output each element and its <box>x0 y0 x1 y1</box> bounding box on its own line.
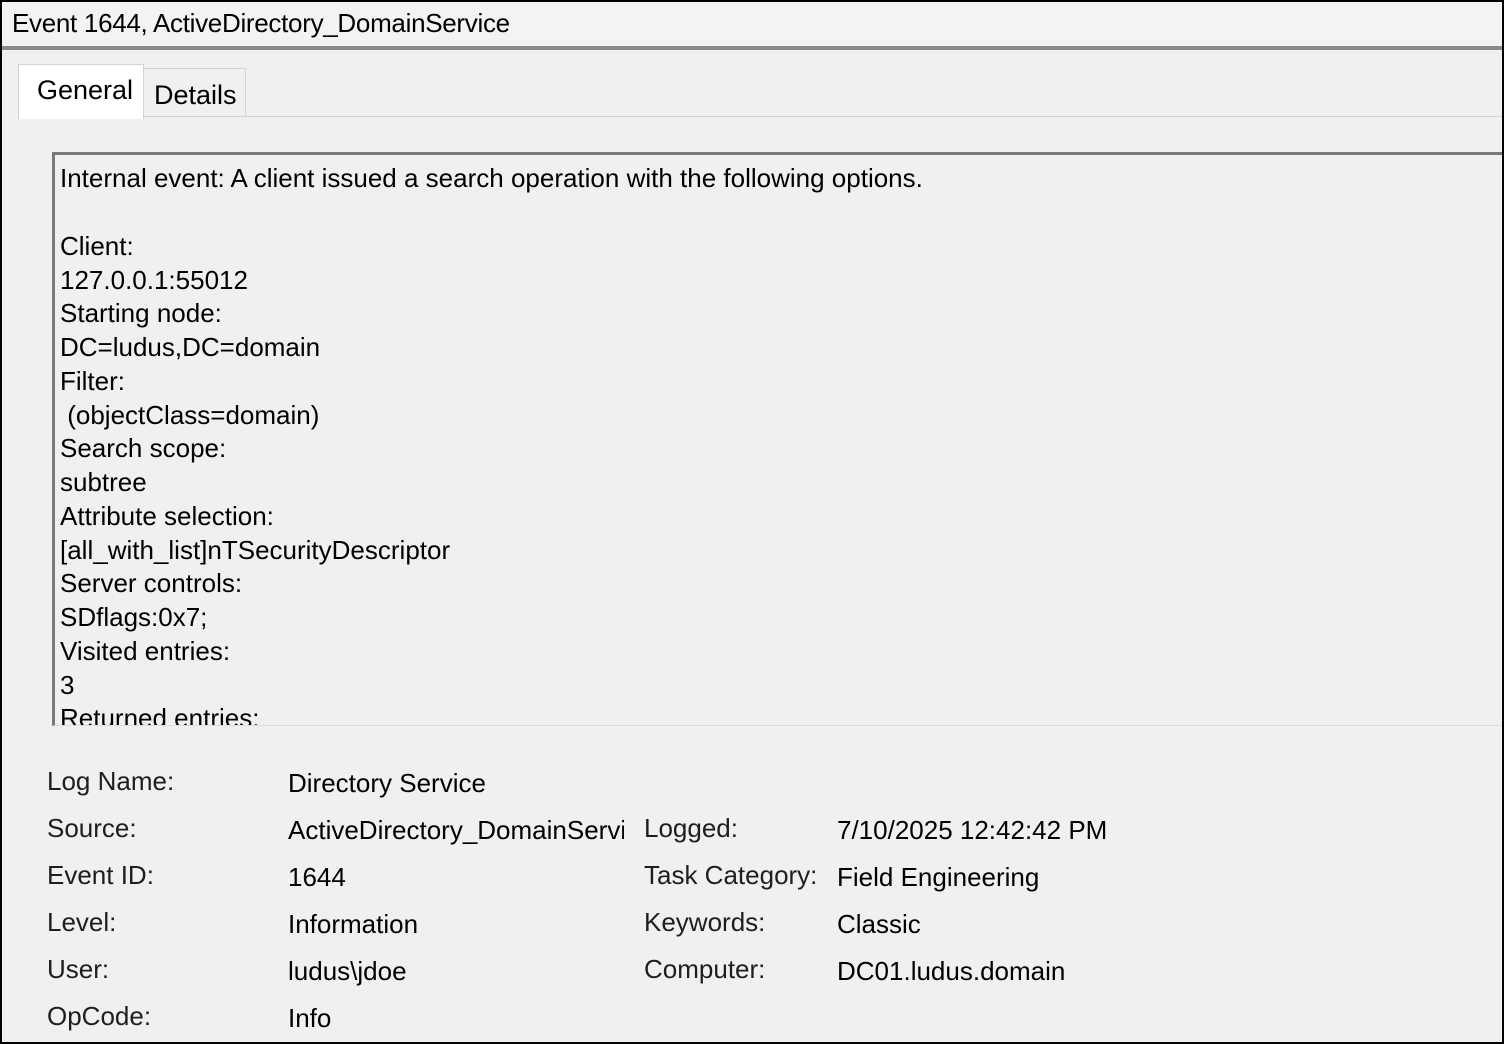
opcode-label: OpCode: <box>47 1001 152 1031</box>
description-line: 127.0.0.1:55012 <box>60 265 248 295</box>
description-line: DC=ludus,DC=domain <box>60 332 321 362</box>
logged-label: Logged: <box>644 813 738 843</box>
event-id-value[interactable]: 1644 <box>288 862 624 893</box>
logged-value[interactable]: 7/10/2025 12:42:42 PM <box>837 815 1107 846</box>
computer-value[interactable]: DC01.ludus.domain <box>837 956 1065 987</box>
log-name-label: Log Name: <box>47 766 175 796</box>
description-line: Search scope: <box>60 433 227 463</box>
tab-details[interactable]: Details <box>144 68 246 116</box>
keywords-value[interactable]: Classic <box>837 909 921 940</box>
source-label: Source: <box>47 813 137 843</box>
description-line: (objectClass=domain) <box>60 400 320 430</box>
description-line: 3 <box>60 670 75 700</box>
description-line: Visited entries: <box>60 636 231 666</box>
keywords-label: Keywords: <box>644 907 766 937</box>
opcode-value[interactable]: Info <box>288 1003 624 1034</box>
description-line: subtree <box>60 467 147 497</box>
user-value[interactable]: ludus\jdoe <box>288 956 624 987</box>
user-label: User: <box>47 954 110 984</box>
task-category-label: Task Category: <box>644 860 818 890</box>
tab-general[interactable]: General <box>18 64 144 119</box>
title-bar: Event 1644, ActiveDirectory_DomainServic… <box>2 2 1502 50</box>
task-category-value[interactable]: Field Engineering <box>837 862 1039 893</box>
window-title: Event 1644, ActiveDirectory_DomainServic… <box>12 8 510 38</box>
event-description-textbox[interactable]: Internal event: A client issued a search… <box>52 152 1502 726</box>
event-properties-window: Event 1644, ActiveDirectory_DomainServic… <box>0 0 1504 1044</box>
description-line: Filter: <box>60 366 125 396</box>
event-id-label: Event ID: <box>47 860 154 890</box>
description-line: Client: <box>60 231 134 261</box>
description-line: SDflags:0x7; <box>60 602 208 632</box>
description-line: Starting node: <box>60 298 222 328</box>
source-value[interactable]: ActiveDirectory_DomainService <box>288 815 624 846</box>
description-line: Internal event: A client issued a search… <box>60 163 923 193</box>
level-value[interactable]: Information <box>288 909 624 940</box>
description-line: [all_with_list]nTSecurityDescriptor <box>60 535 451 565</box>
description-line: Server controls: <box>60 568 243 598</box>
log-name-value[interactable]: Directory Service <box>288 768 628 799</box>
computer-label: Computer: <box>644 954 766 984</box>
level-label: Level: <box>47 907 117 937</box>
description-line: Attribute selection: <box>60 501 274 531</box>
description-line: Returned entries: <box>60 703 260 726</box>
